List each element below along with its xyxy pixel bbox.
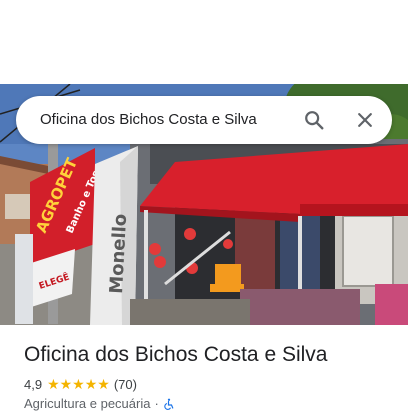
review-count[interactable]: (70) <box>114 377 137 392</box>
top-blank-area <box>0 0 408 84</box>
place-info-panel: Oficina dos Bichos Costa e Silva 4,9 ★★★… <box>0 325 408 411</box>
rating-value: 4,9 <box>24 377 43 392</box>
category-row: Agricultura e pecuária · <box>24 396 175 411</box>
star-rating-icon: ★★★★★ <box>47 376 110 392</box>
search-bar[interactable]: Oficina dos Bichos Costa e Silva <box>16 96 392 144</box>
rating-row[interactable]: 4,9 ★★★★★ (70) <box>24 376 137 393</box>
separator-dot: · <box>154 396 159 411</box>
banner-monello-text: Monello <box>106 213 131 294</box>
place-title[interactable]: Oficina dos Bichos Costa e Silva <box>24 343 327 367</box>
close-icon[interactable] <box>349 104 381 136</box>
category-label: Agricultura e pecuária <box>24 396 151 411</box>
search-input[interactable]: Oficina dos Bichos Costa e Silva <box>40 96 257 144</box>
search-icon[interactable] <box>298 104 330 136</box>
